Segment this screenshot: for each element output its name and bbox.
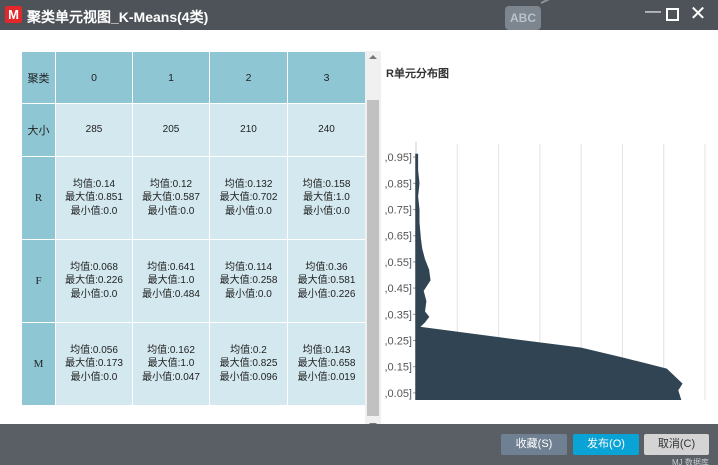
metric-cell: 均值:0.2 最大值:0.825 最小值:0.096 — [209, 322, 288, 406]
max-value: 最大值:0.851 — [65, 192, 123, 204]
metric-cell: 均值:0.36 最大值:0.581 最小值:0.226 — [287, 239, 366, 323]
mean-value: 均值:0.114 — [224, 261, 273, 273]
max-value: 最大值:0.702 — [219, 192, 278, 204]
max-value: 最大值:0.226 — [65, 275, 123, 287]
cluster-table: 聚类 0 1 2 3 大小 285 205 210 240 R 均值:0.14 最… — [21, 51, 366, 406]
chart-title: R单元分布图 — [386, 68, 449, 80]
cluster-header: 聚类 — [21, 51, 56, 104]
max-value: 最大值:1.0 — [147, 275, 195, 287]
title-bar: M 聚类单元视图_K-Means(4类) ABC — ✕ — [0, 0, 718, 30]
metric-row-m: M 均值:0.056 最大值:0.173 最小值:0.0 均值:0.162 最大值:1… — [21, 322, 366, 406]
cancel-button[interactable]: 取消(C) — [644, 434, 709, 455]
metric-cell: 均值:0.056 最大值:0.173 最小值:0.0 — [55, 322, 133, 406]
background-text: MJ 数据库 — [672, 458, 709, 465]
size-label: 大小 — [21, 103, 56, 157]
header-row: 聚类 0 1 2 3 — [21, 51, 366, 104]
cluster-table-panel[interactable]: 聚类 0 1 2 3 大小 285 205 210 240 R 均值:0.14 最… — [21, 51, 381, 433]
max-value: 最大值:0.825 — [219, 358, 278, 370]
min-value: 最小值:0.0 — [225, 288, 272, 300]
max-value: 最大值:0.658 — [297, 358, 356, 370]
metric-cell: 均值:0.162 最大值:1.0 最小值:0.047 — [132, 322, 210, 406]
size-value: 240 — [287, 103, 366, 157]
size-row: 大小 285 205 210 240 — [21, 103, 366, 157]
mean-value: 均值:0.12 — [149, 178, 193, 190]
y-tick-label: ,0.45] — [384, 283, 412, 295]
max-value: 最大值:1.0 — [303, 192, 350, 204]
min-value: 最小值:0.047 — [142, 371, 200, 383]
close-icon[interactable]: ✕ — [689, 4, 707, 24]
cluster-id: 3 — [287, 51, 366, 104]
footer-bar: 收藏(S) 发布(O) 取消(C) MJ 数据库 — [0, 424, 718, 465]
min-value: 最小值:0.0 — [70, 288, 118, 300]
dialog-body: 聚类 0 1 2 3 大小 285 205 210 240 R 均值:0.14 最… — [0, 30, 718, 433]
background-connector — [540, 0, 596, 4]
metric-label: M — [21, 322, 56, 406]
mean-value: 均值:0.2 — [230, 344, 267, 356]
min-value: 最小值:0.0 — [225, 205, 272, 217]
max-value: 最大值:1.0 — [147, 358, 195, 370]
max-value: 最大值:0.258 — [219, 275, 278, 287]
cluster-id: 0 — [55, 51, 133, 104]
metric-cell: 均值:0.12 最大值:0.587 最小值:0.0 — [132, 156, 210, 240]
y-tick-label: ,0.95] — [384, 152, 412, 164]
min-value: 最小值:0.0 — [70, 371, 118, 383]
min-value: 最小值:0.0 — [70, 205, 118, 217]
y-tick-label: ,0.15] — [384, 362, 412, 374]
mean-value: 均值:0.158 — [302, 178, 351, 190]
y-tick-label: ,0.65] — [384, 231, 412, 243]
min-value: 最小值:0.0 — [147, 205, 195, 217]
min-value: 最小值:0.096 — [219, 371, 278, 383]
metric-cell: 均值:0.158 最大值:1.0 最小值:0.0 — [287, 156, 366, 240]
mean-value: 均值:0.14 — [72, 178, 116, 190]
max-value: 最大值:0.581 — [297, 275, 356, 287]
minimize-icon[interactable]: — — [645, 4, 661, 20]
mean-value: 均值:0.056 — [70, 344, 118, 356]
cluster-id: 2 — [209, 51, 288, 104]
y-tick-label: ,0.75] — [384, 205, 412, 217]
cluster-id: 1 — [132, 51, 210, 104]
metric-cell: 均值:0.068 最大值:0.226 最小值:0.0 — [55, 239, 133, 323]
metric-label: R — [21, 156, 56, 240]
favorite-button[interactable]: 收藏(S) — [501, 434, 567, 455]
background-node: ABC — [505, 6, 541, 30]
y-tick-label: ,0.35] — [384, 309, 412, 321]
metric-cell: 均值:0.143 最大值:0.658 最小值:0.019 — [287, 322, 366, 406]
size-value: 205 — [132, 103, 210, 157]
size-value: 285 — [55, 103, 133, 157]
min-value: 最小值:0.226 — [297, 288, 356, 300]
mean-value: 均值:0.162 — [147, 344, 195, 356]
publish-button[interactable]: 发布(O) — [573, 434, 639, 455]
metric-cell: 均值:0.132 最大值:0.702 最小值:0.0 — [209, 156, 288, 240]
y-tick-label: ,0.25] — [384, 336, 412, 348]
metric-row-f: F 均值:0.068 最大值:0.226 最小值:0.0 均值:0.641 最大值:1… — [21, 239, 366, 323]
mean-value: 均值:0.36 — [305, 261, 348, 273]
app-logo-icon: M — [5, 6, 22, 23]
size-value: 210 — [209, 103, 288, 157]
max-value: 最大值:0.587 — [142, 192, 200, 204]
min-value: 最小值:0.484 — [142, 288, 200, 300]
metric-label: F — [21, 239, 56, 323]
mean-value: 均值:0.132 — [224, 178, 273, 190]
min-value: 最小值:0.0 — [303, 205, 350, 217]
y-tick-label: ,0.05] — [384, 388, 412, 400]
window-title: 聚类单元视图_K-Means(4类) — [27, 9, 209, 25]
mean-value: 均值:0.068 — [70, 261, 118, 273]
max-value: 最大值:0.173 — [65, 358, 123, 370]
metric-row-r: R 均值:0.14 最大值:0.851 最小值:0.0 均值:0.12 最大值:0.5… — [21, 156, 366, 240]
metric-cell: 均值:0.14 最大值:0.851 最小值:0.0 — [55, 156, 133, 240]
y-tick-label: ,0.55] — [384, 257, 412, 269]
maximize-icon[interactable] — [666, 8, 679, 21]
r-distribution-chart: 0306090120150180210,0.05],0.15],0.25],0.… — [384, 142, 706, 400]
metric-cell: 均值:0.641 最大值:1.0 最小值:0.484 — [132, 239, 210, 323]
scroll-up-icon[interactable] — [369, 55, 377, 59]
mean-value: 均值:0.143 — [302, 344, 351, 356]
y-tick-label: ,0.85] — [384, 178, 412, 190]
mean-value: 均值:0.641 — [147, 261, 195, 273]
min-value: 最小值:0.019 — [297, 371, 356, 383]
metric-cell: 均值:0.114 最大值:0.258 最小值:0.0 — [209, 239, 288, 323]
